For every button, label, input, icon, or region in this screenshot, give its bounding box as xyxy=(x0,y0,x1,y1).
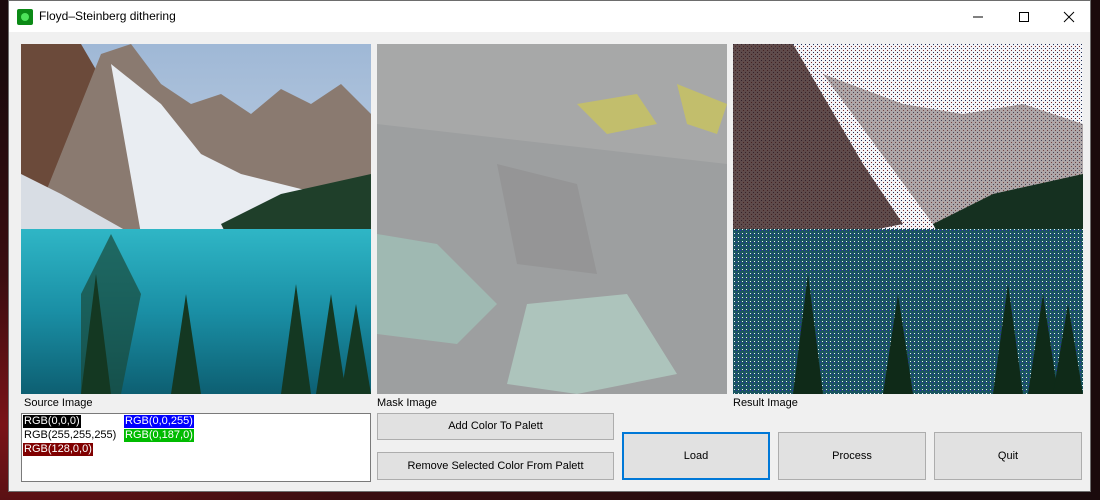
add-color-button[interactable]: Add Color To Palett xyxy=(377,413,614,440)
palette-list[interactable]: RGB(0,0,0) RGB(0,0,255) RGB(255,255,255)… xyxy=(21,413,371,482)
window-title: Floyd–Steinberg dithering xyxy=(39,9,176,23)
app-window: Floyd–Steinberg dithering Source Image M… xyxy=(8,0,1091,492)
palette-item-green[interactable]: RGB(0,187,0) xyxy=(124,429,194,442)
close-button[interactable] xyxy=(1046,1,1092,32)
source-image xyxy=(21,44,371,394)
maximize-button[interactable] xyxy=(1001,1,1047,32)
result-image-label: Result Image xyxy=(733,397,798,409)
palette-item-black[interactable]: RGB(0,0,0) xyxy=(23,415,81,428)
source-image-label: Source Image xyxy=(24,397,93,409)
process-button[interactable]: Process xyxy=(778,432,926,480)
remove-color-button[interactable]: Remove Selected Color From Palett xyxy=(377,452,614,480)
result-image xyxy=(733,44,1083,394)
palette-item-maroon[interactable]: RGB(128,0,0) xyxy=(23,443,93,456)
palette-item-blue[interactable]: RGB(0,0,255) xyxy=(124,415,194,428)
minimize-button[interactable] xyxy=(955,1,1001,32)
minimize-icon xyxy=(973,16,983,18)
maximize-icon xyxy=(1019,12,1029,22)
load-button[interactable]: Load xyxy=(622,432,770,480)
mask-image-label: Mask Image xyxy=(377,397,437,409)
quit-button[interactable]: Quit xyxy=(934,432,1082,480)
palette-item-white[interactable]: RGB(255,255,255) xyxy=(23,429,118,442)
app-icon xyxy=(17,9,33,25)
close-icon xyxy=(1063,11,1075,23)
title-bar[interactable]: Floyd–Steinberg dithering xyxy=(9,1,1090,32)
mask-image xyxy=(377,44,727,394)
